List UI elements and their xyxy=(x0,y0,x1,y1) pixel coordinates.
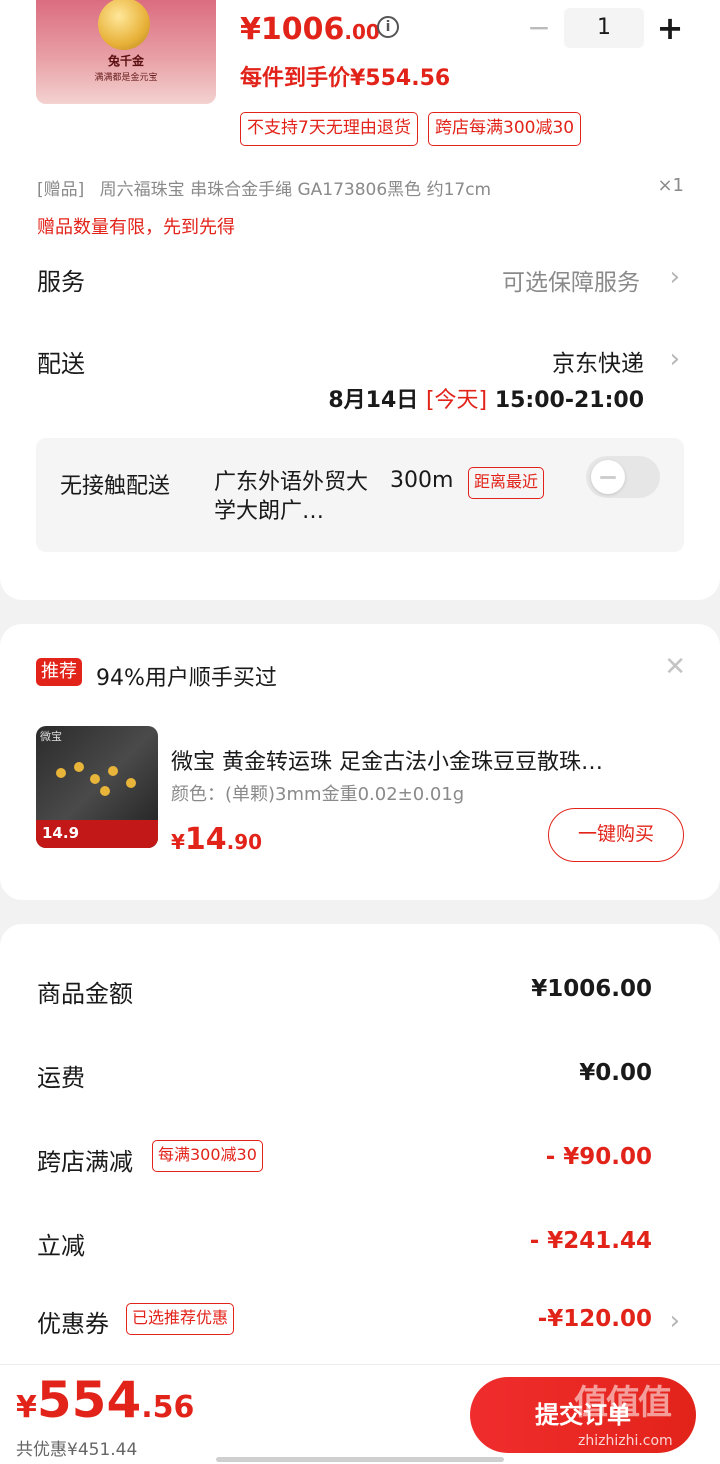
total-int: 554 xyxy=(36,1371,142,1429)
summary-row-coupon-value[interactable]: -¥120.00 xyxy=(538,1306,652,1332)
total-price: ¥554.56 xyxy=(16,1371,194,1429)
recommend-item-name[interactable]: 微宝 黄金转运珠 足金古法小金珠豆豆散珠… xyxy=(171,744,683,776)
close-icon[interactable]: ✕ xyxy=(664,654,686,680)
summary-crossstore-tag: 每满300减30 xyxy=(152,1140,263,1172)
delivery-carrier[interactable]: 京东快递 xyxy=(552,344,644,378)
contactless-box: 无接触配送 广东外语外贸大学大朗广… 300m 距离最近 xyxy=(36,438,684,552)
contactless-toggle[interactable] xyxy=(586,456,660,498)
bottom-bar: ¥554.56 共优惠¥451.44 提交订单 值值值 zhizhizhi.co… xyxy=(0,1364,720,1464)
service-chevron-icon: › xyxy=(669,262,680,292)
recommend-card: 推荐 94%用户顺手买过 ✕ 微宝 14.9 微宝 黄金转运珠 足金古法小金珠豆… xyxy=(0,624,720,900)
home-indicator xyxy=(216,1457,504,1462)
toggle-knob xyxy=(591,460,625,494)
delivery-date: 8月14日 xyxy=(328,388,419,413)
product-price: ¥1006.00 xyxy=(240,12,380,47)
toggle-minus-icon xyxy=(600,476,616,479)
product-image-caption: 兔千金 xyxy=(107,54,144,68)
product-price-main: ¥1006 xyxy=(240,12,345,47)
thumb-price-bar: 14.9 xyxy=(36,820,158,848)
product-thumbnail[interactable]: 兔千金 满满都是金元宝 xyxy=(36,0,216,104)
recommend-price: ¥14.90 xyxy=(171,822,262,857)
contactless-label: 无接触配送 xyxy=(60,474,171,499)
delivery-today: [今天] xyxy=(425,388,488,413)
recommend-price-int: 14 xyxy=(184,822,227,857)
thumb-price: 14.9 xyxy=(42,824,80,842)
info-icon[interactable]: i xyxy=(377,16,399,38)
delivery-time-range: 15:00-21:00 xyxy=(494,388,644,413)
gold-rabbit-figure xyxy=(98,0,150,50)
gift-line: [赠品] 周六福珠宝 串珠合金手绳 GA173806黑色 约17cm xyxy=(37,175,491,200)
contactless-distance: 300m xyxy=(390,468,454,493)
nearest-badge: 距离最近 xyxy=(468,467,545,499)
total-saved: 共优惠¥451.44 xyxy=(16,1440,138,1460)
delivery-label: 配送 xyxy=(37,350,85,378)
service-label: 服务 xyxy=(37,268,85,296)
total-dec: .56 xyxy=(141,1390,195,1425)
delivery-chevron-icon: › xyxy=(669,344,680,374)
watermark-url: zhizhizhi.com xyxy=(578,1433,673,1449)
recommend-badge: 推荐 xyxy=(36,658,82,686)
summary-row-crossstore-value: - ¥90.00 xyxy=(545,1144,652,1170)
recommend-thumbnail[interactable]: 微宝 14.9 xyxy=(36,726,158,848)
no-return-tag: 不支持7天无理由退货 xyxy=(240,112,418,146)
delivery-time[interactable]: 8月14日 [今天] 15:00-21:00 xyxy=(328,382,644,414)
order-card: 兔千金 满满都是金元宝 ¥1006.00 i − 1 + 每件到手价¥554.5… xyxy=(0,0,720,600)
final-price-text: 每件到手价¥554.56 xyxy=(240,66,451,91)
coupon-chevron-icon: › xyxy=(669,1306,680,1336)
product-price-decimal: .00 xyxy=(344,20,380,44)
summary-row-goods-label: 商品金额 xyxy=(37,980,133,1008)
recommend-price-dec: .90 xyxy=(226,830,263,854)
cross-store-discount-tag: 跨店每满300减30 xyxy=(428,112,582,146)
qty-input[interactable]: 1 xyxy=(564,8,644,48)
gift-notice: 赠品数量有限，先到先得 xyxy=(37,217,235,238)
gold-beads xyxy=(56,760,146,800)
thumb-brand: 微宝 xyxy=(40,730,62,743)
summary-row-coupon-label: 优惠券 xyxy=(37,1310,109,1338)
contactless-location: 广东外语外贸大学大朗广… xyxy=(214,470,369,524)
gift-prefix: [赠品] xyxy=(37,180,85,200)
recommend-item-spec: 颜色：(单颗)3mm金重0.02±0.01g xyxy=(171,784,465,805)
qty-plus-button[interactable]: + xyxy=(656,8,684,48)
summary-row-instant-value: - ¥241.44 xyxy=(529,1228,652,1254)
watermark-logo: 值值值 xyxy=(574,1383,672,1423)
summary-row-crossstore-label: 跨店满减 xyxy=(37,1148,133,1176)
one-click-buy-button[interactable]: 一键购买 xyxy=(548,808,684,862)
recommend-title: 94%用户顺手买过 xyxy=(96,666,277,691)
recommend-price-symbol: ¥ xyxy=(171,830,185,854)
qty-minus-button[interactable]: − xyxy=(526,10,552,46)
product-image-subcaption: 满满都是金元宝 xyxy=(94,73,158,83)
summary-row-goods-value: ¥1006.00 xyxy=(531,976,652,1002)
service-value[interactable]: 可选保障服务 xyxy=(502,263,640,297)
total-currency: ¥ xyxy=(16,1390,37,1425)
gift-qty: ×1 xyxy=(657,175,684,196)
summary-row-shipping-value: ¥0.00 xyxy=(579,1060,652,1086)
summary-row-instant-label: 立减 xyxy=(37,1232,85,1260)
summary-row-shipping-label: 运费 xyxy=(37,1064,85,1092)
gift-name: 周六福珠宝 串珠合金手绳 GA173806黑色 约17cm xyxy=(99,180,492,200)
summary-coupon-tag: 已选推荐优惠 xyxy=(126,1303,235,1335)
